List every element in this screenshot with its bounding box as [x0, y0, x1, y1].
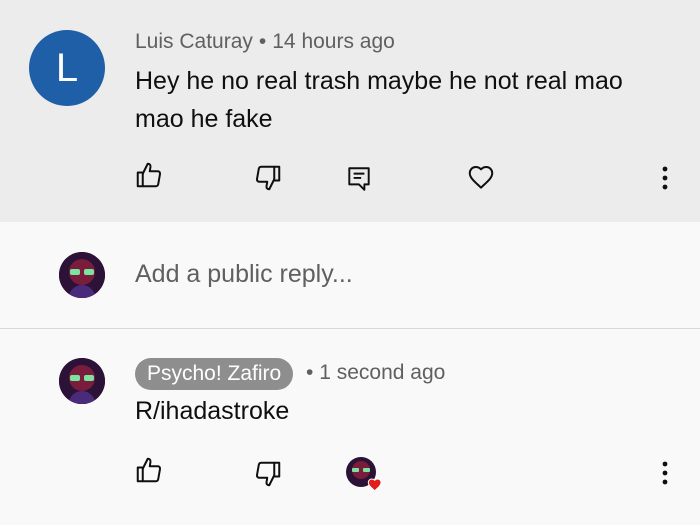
reply-input-row: Add a public reply...	[0, 222, 700, 329]
like-icon[interactable]	[134, 455, 164, 485]
reply-icon[interactable]	[346, 165, 372, 193]
avatar[interactable]	[59, 358, 105, 404]
reply-meta: • 1 second ago	[306, 361, 445, 385]
meta-separator: •	[258, 30, 267, 53]
meta-separator: •	[306, 361, 314, 384]
dislike-icon[interactable]	[253, 459, 283, 489]
reply-time[interactable]: 1 second ago	[319, 361, 445, 384]
like-icon[interactable]	[134, 160, 164, 190]
reply-text: R/ihadastroke	[135, 397, 290, 425]
reply-input[interactable]: Add a public reply...	[135, 260, 353, 289]
comment-time[interactable]: 14 hours ago	[272, 30, 395, 53]
parent-comment: L Luis Caturay • 14 hours ago Hey he no re…	[0, 0, 700, 222]
reply-comment: Psycho! Zafiro • 1 second ago R/ihadastr…	[0, 329, 700, 525]
avatar[interactable]: L	[29, 30, 105, 106]
heart-icon[interactable]	[466, 162, 496, 192]
more-vert-icon[interactable]	[655, 459, 675, 487]
dislike-icon[interactable]	[253, 163, 283, 193]
more-vert-icon[interactable]	[655, 164, 675, 192]
comment-meta: Luis Caturay • 14 hours ago	[135, 30, 395, 54]
creator-heart-icon[interactable]	[346, 457, 382, 493]
comment-text: Hey he no real trash maybe he not real m…	[135, 67, 623, 133]
author-chip[interactable]: Psycho! Zafiro	[135, 358, 294, 390]
avatar[interactable]	[59, 252, 105, 298]
comment-author[interactable]: Luis Caturay	[135, 30, 253, 53]
